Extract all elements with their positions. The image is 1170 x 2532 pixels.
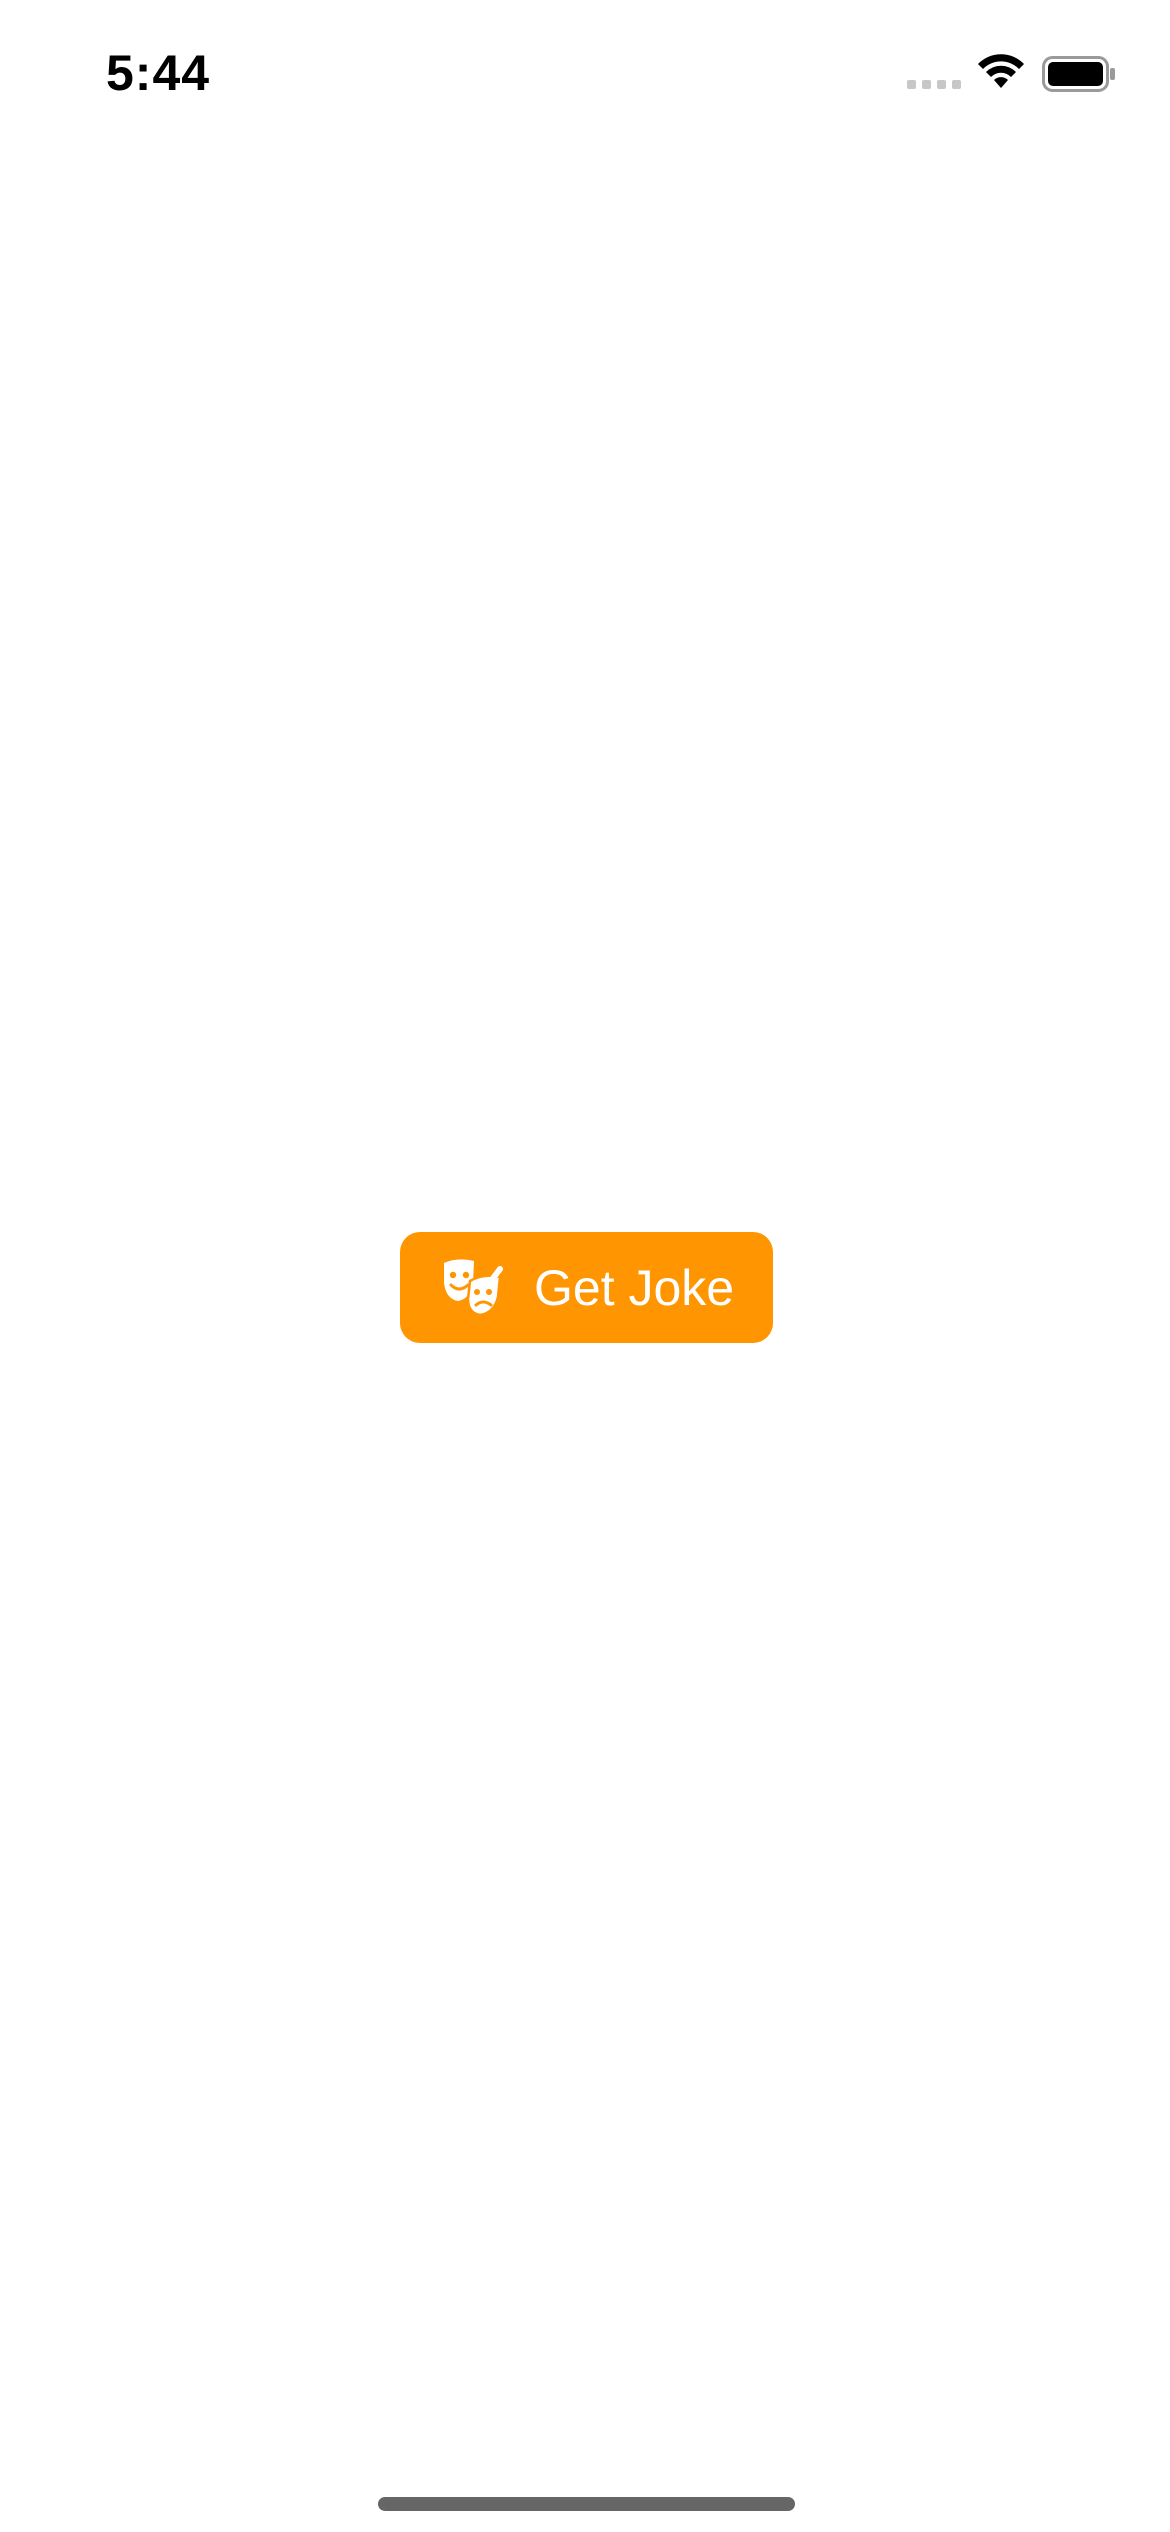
wifi-icon xyxy=(978,54,1024,88)
battery-icon xyxy=(1042,56,1115,92)
get-joke-button[interactable]: Get Joke xyxy=(400,1232,773,1343)
status-time: 5:44 xyxy=(106,45,211,101)
theater-masks-icon xyxy=(444,1258,503,1316)
home-indicator[interactable] xyxy=(378,2497,795,2511)
get-joke-label: Get Joke xyxy=(534,1259,735,1316)
status-bar: 5:44 xyxy=(0,0,1170,150)
signal-dots-icon xyxy=(907,80,961,89)
